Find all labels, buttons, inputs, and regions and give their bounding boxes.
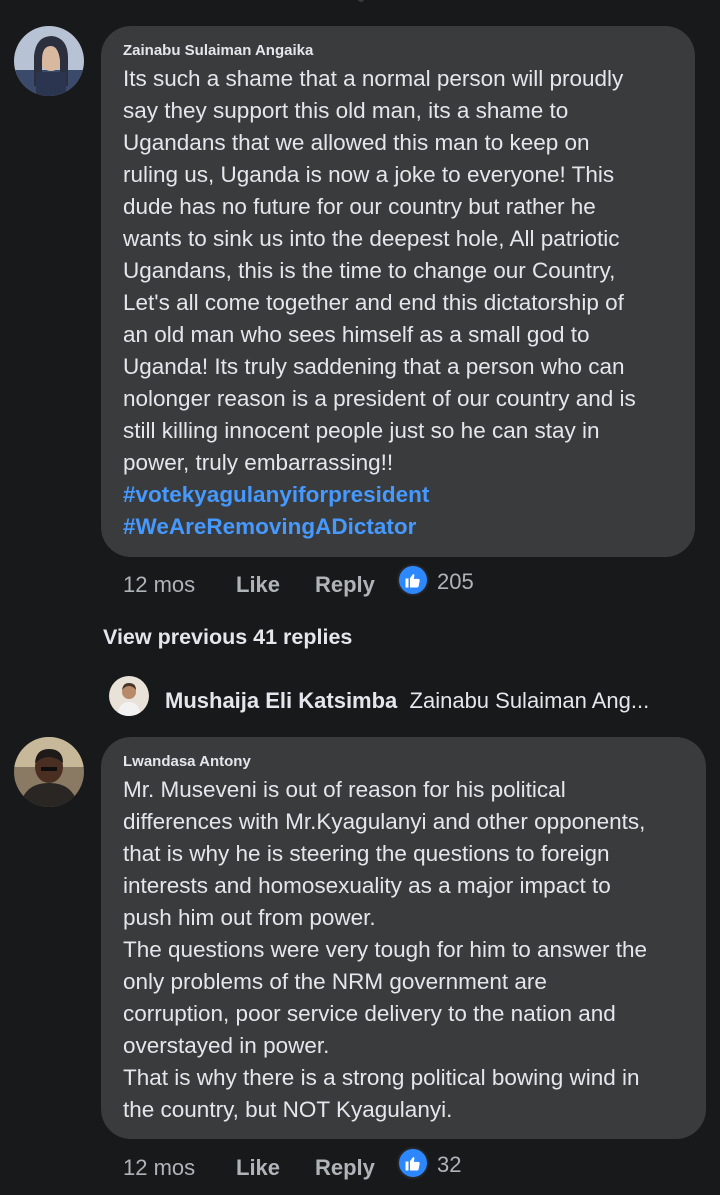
comment-author[interactable]: Zainabu Sulaiman Angaika: [123, 42, 313, 59]
like-button[interactable]: Like: [236, 572, 280, 598]
reply-author[interactable]: Mushaija Eli Katsimba: [165, 688, 397, 713]
avatar[interactable]: [14, 26, 84, 96]
reply-button[interactable]: Reply: [315, 1155, 375, 1181]
reply-avatar[interactable]: [109, 676, 149, 716]
divider-dot: [358, 0, 364, 2]
comment-text: Its such a shame that a normal person wi…: [123, 66, 636, 475]
avatar-image: [14, 737, 84, 807]
avatar-image: [14, 26, 84, 96]
thumbs-up-icon[interactable]: [397, 1147, 429, 1179]
reaction-count[interactable]: 32: [437, 1152, 461, 1178]
reaction-count[interactable]: 205: [437, 569, 474, 595]
reply-avatar-image: [109, 676, 149, 716]
comments-thread: Zainabu Sulaiman Angaika Its such a sham…: [0, 0, 720, 1195]
hashtag-link[interactable]: #votekyagulanyiforpresident: [123, 479, 429, 511]
like-button[interactable]: Like: [236, 1155, 280, 1181]
thumbs-up-glyph: [405, 1157, 420, 1171]
reply-snippet[interactable]: Zainabu Sulaiman Ang...: [410, 688, 650, 713]
hashtag-list: #votekyagulanyiforpresident #WeAreRemovi…: [123, 479, 429, 543]
reply-button[interactable]: Reply: [315, 572, 375, 598]
comment-text: Mr. Museveni is out of reason for his po…: [123, 777, 648, 1122]
view-previous-replies-link[interactable]: View previous 41 replies: [103, 625, 352, 650]
avatar[interactable]: [14, 737, 84, 807]
thumbs-up-icon[interactable]: [397, 564, 429, 596]
comment-timestamp[interactable]: 12 mos: [123, 1155, 195, 1181]
comment-author[interactable]: Lwandasa Antony: [123, 753, 251, 770]
thumbs-up-glyph: [405, 574, 420, 588]
hashtag-link[interactable]: #WeAreRemovingADictator: [123, 511, 429, 543]
reply-preview[interactable]: Mushaija Eli Katsimba Zainabu Sulaiman A…: [165, 688, 649, 714]
comment-timestamp[interactable]: 12 mos: [123, 572, 195, 598]
